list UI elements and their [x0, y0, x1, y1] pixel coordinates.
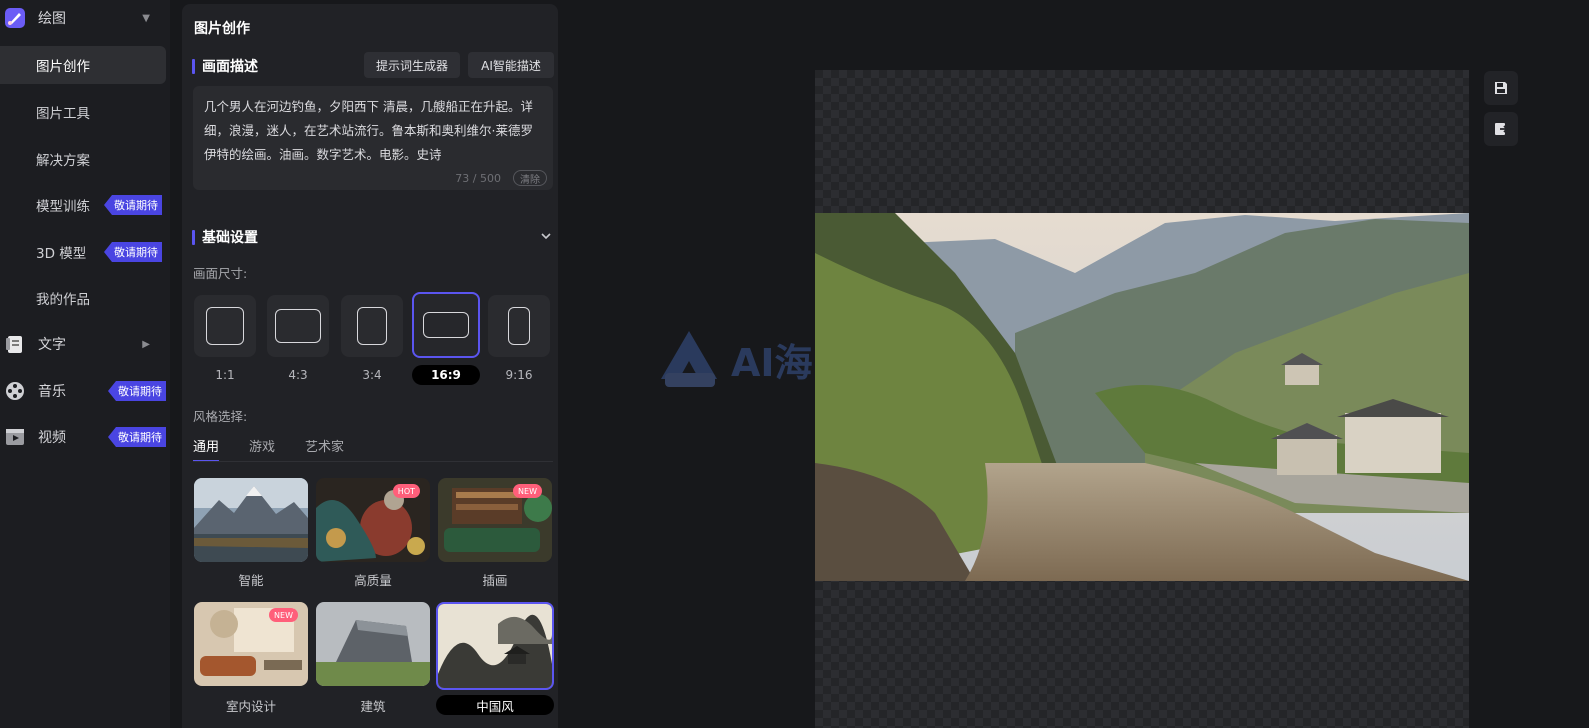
watermark-text: AI海	[731, 340, 813, 385]
document-icon	[4, 333, 26, 355]
section-accent-bar	[192, 58, 195, 74]
watermark: AI海	[655, 327, 813, 391]
style-label: 风格选择:	[193, 409, 248, 424]
sidebar: 绘图 ▼ 图片创作 图片工具 解决方案 模型训练 敬请期待 3D 模型 敬请期待…	[0, 0, 170, 728]
sidebar-item-label: 3D 模型	[36, 246, 87, 262]
ratio-option-4-3[interactable]	[267, 295, 329, 357]
tall-shape-icon	[508, 307, 530, 345]
ratio-label: 1:1	[215, 368, 235, 382]
ratio-label-selected: 16:9	[412, 365, 480, 385]
section-accent-bar	[192, 229, 195, 245]
char-count: 73 / 500	[455, 172, 501, 185]
description-section-header: 画面描述	[192, 56, 258, 76]
landscape-shape-icon	[275, 309, 321, 343]
ratio-option-3-4[interactable]	[341, 295, 403, 357]
new-tag: NEW	[513, 484, 542, 498]
ai-describe-button[interactable]: AI智能描述	[468, 52, 554, 78]
sidebar-item-label: 解决方案	[36, 153, 90, 169]
description-text[interactable]: 几个男人在河边钓鱼，夕阳西下 清晨，几艘船正在升起。详细，浪漫，迷人，在艺术站流…	[204, 95, 544, 167]
tab-divider	[193, 461, 553, 462]
wide-shape-icon	[423, 312, 469, 338]
style-card-architecture[interactable]	[316, 602, 430, 686]
creation-panel: 图片创作 画面描述 提示词生成器 AI智能描述 几个男人在河边钓鱼，夕阳西下 清…	[182, 4, 558, 728]
coming-soon-badge: 敬请期待	[108, 427, 166, 447]
sidebar-item-solutions[interactable]: 解决方案	[0, 140, 166, 178]
nav-group-label: 音乐	[38, 384, 66, 400]
basic-settings-header[interactable]: 基础设置	[192, 227, 258, 247]
sidebar-item-my-works[interactable]: 我的作品	[0, 279, 166, 317]
description-textarea[interactable]: 几个男人在河边钓鱼，夕阳西下 清晨，几艘船正在升起。详细，浪漫，迷人，在艺术站流…	[193, 86, 553, 190]
style-label-smart: 智能	[238, 572, 264, 588]
chevron-right-icon: ▶	[142, 338, 150, 350]
clear-button[interactable]: 清除	[513, 170, 547, 186]
nav-group-label: 绘图	[38, 11, 66, 27]
new-tag: NEW	[269, 608, 298, 622]
film-reel-icon	[4, 380, 26, 402]
chevron-down-icon: ▼	[142, 12, 150, 24]
export-icon	[1495, 123, 1509, 135]
style-card-illustration[interactable]: NEW	[438, 478, 552, 562]
sidebar-item-label: 模型训练	[36, 199, 90, 215]
nav-group-drawing[interactable]: 绘图 ▼	[0, 0, 170, 36]
nav-group-label: 文字	[38, 337, 66, 353]
coming-soon-badge: 敬请期待	[108, 381, 166, 401]
size-label: 画面尺寸:	[193, 266, 248, 281]
tab-artist[interactable]: 艺术家	[305, 436, 344, 461]
style-label-illustration: 插画	[482, 572, 508, 588]
nav-group-video[interactable]: 视频 敬请期待	[0, 419, 170, 455]
style-label-chinese-selected: 中国风	[436, 695, 554, 715]
portrait-shape-icon	[357, 307, 387, 345]
coming-soon-badge: 敬请期待	[104, 195, 162, 215]
ratio-label: 9:16	[505, 368, 533, 382]
tab-game[interactable]: 游戏	[249, 436, 275, 461]
style-tabs: 通用 游戏 艺术家	[193, 436, 374, 462]
export-button[interactable]	[1484, 112, 1518, 146]
save-icon	[1495, 82, 1507, 94]
style-label-high-quality: 高质量	[354, 572, 392, 588]
panel-title: 图片创作	[194, 21, 250, 37]
prompt-generator-button[interactable]: 提示词生成器	[364, 52, 460, 78]
hot-tag: HOT	[392, 484, 420, 498]
save-button[interactable]	[1484, 71, 1518, 105]
style-card-smart[interactable]	[194, 478, 308, 562]
ratio-option-1-1[interactable]	[194, 295, 256, 357]
ratio-label: 3:4	[362, 368, 382, 382]
sidebar-item-image-tools[interactable]: 图片工具	[0, 93, 166, 131]
style-label-architecture: 建筑	[360, 698, 386, 714]
coming-soon-badge: 敬请期待	[104, 242, 162, 262]
style-label-interior: 室内设计	[225, 698, 276, 714]
sidebar-item-3d-model[interactable]: 3D 模型 敬请期待	[0, 233, 166, 271]
paint-brush-icon	[4, 7, 26, 29]
section-title: 基础设置	[202, 230, 258, 246]
nav-group-text[interactable]: 文字 ▶	[0, 326, 170, 362]
style-card-chinese[interactable]	[436, 602, 554, 690]
ink-landscape-thumbnail	[438, 604, 552, 688]
style-card-interior[interactable]: NEW	[194, 602, 308, 686]
app-root: 绘图 ▼ 图片创作 图片工具 解决方案 模型训练 敬请期待 3D 模型 敬请期待…	[0, 0, 1589, 728]
image-canvas[interactable]	[815, 70, 1469, 728]
ratio-label: 4:3	[288, 368, 308, 382]
ratio-option-16-9[interactable]	[412, 292, 480, 358]
watermark-logo-icon	[661, 331, 717, 387]
style-card-high-quality[interactable]: HOT	[316, 478, 430, 562]
sidebar-item-label: 我的作品	[36, 292, 90, 308]
sidebar-item-model-training[interactable]: 模型训练 敬请期待	[0, 186, 166, 224]
building-thumbnail	[316, 602, 430, 686]
chevron-down-icon[interactable]	[540, 230, 552, 242]
generated-image[interactable]	[815, 213, 1469, 581]
nav-group-label: 视频	[38, 430, 66, 446]
video-clapper-icon	[4, 426, 26, 448]
ratio-option-9-16[interactable]	[488, 295, 550, 357]
mountain-lake-thumbnail	[194, 478, 308, 562]
tab-general[interactable]: 通用	[193, 436, 220, 462]
section-title: 画面描述	[202, 59, 258, 75]
sidebar-item-label: 图片工具	[36, 106, 90, 122]
sidebar-item-label: 图片创作	[36, 59, 90, 75]
nav-group-music[interactable]: 音乐 敬请期待	[0, 373, 170, 409]
square-shape-icon	[206, 307, 244, 345]
sidebar-item-image-creation[interactable]: 图片创作	[0, 46, 166, 84]
